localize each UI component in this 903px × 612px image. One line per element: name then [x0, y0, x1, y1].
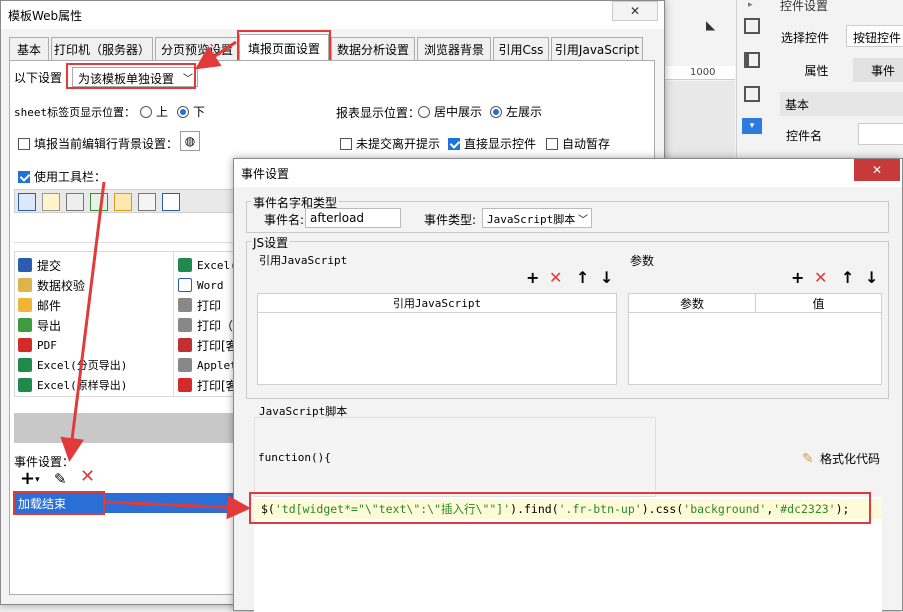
arrow-to-scope-select: [195, 40, 237, 70]
arrow-to-code-line: [103, 495, 251, 520]
arrow-to-event-list: [60, 181, 106, 462]
annotation-arrows: [60, 40, 251, 520]
